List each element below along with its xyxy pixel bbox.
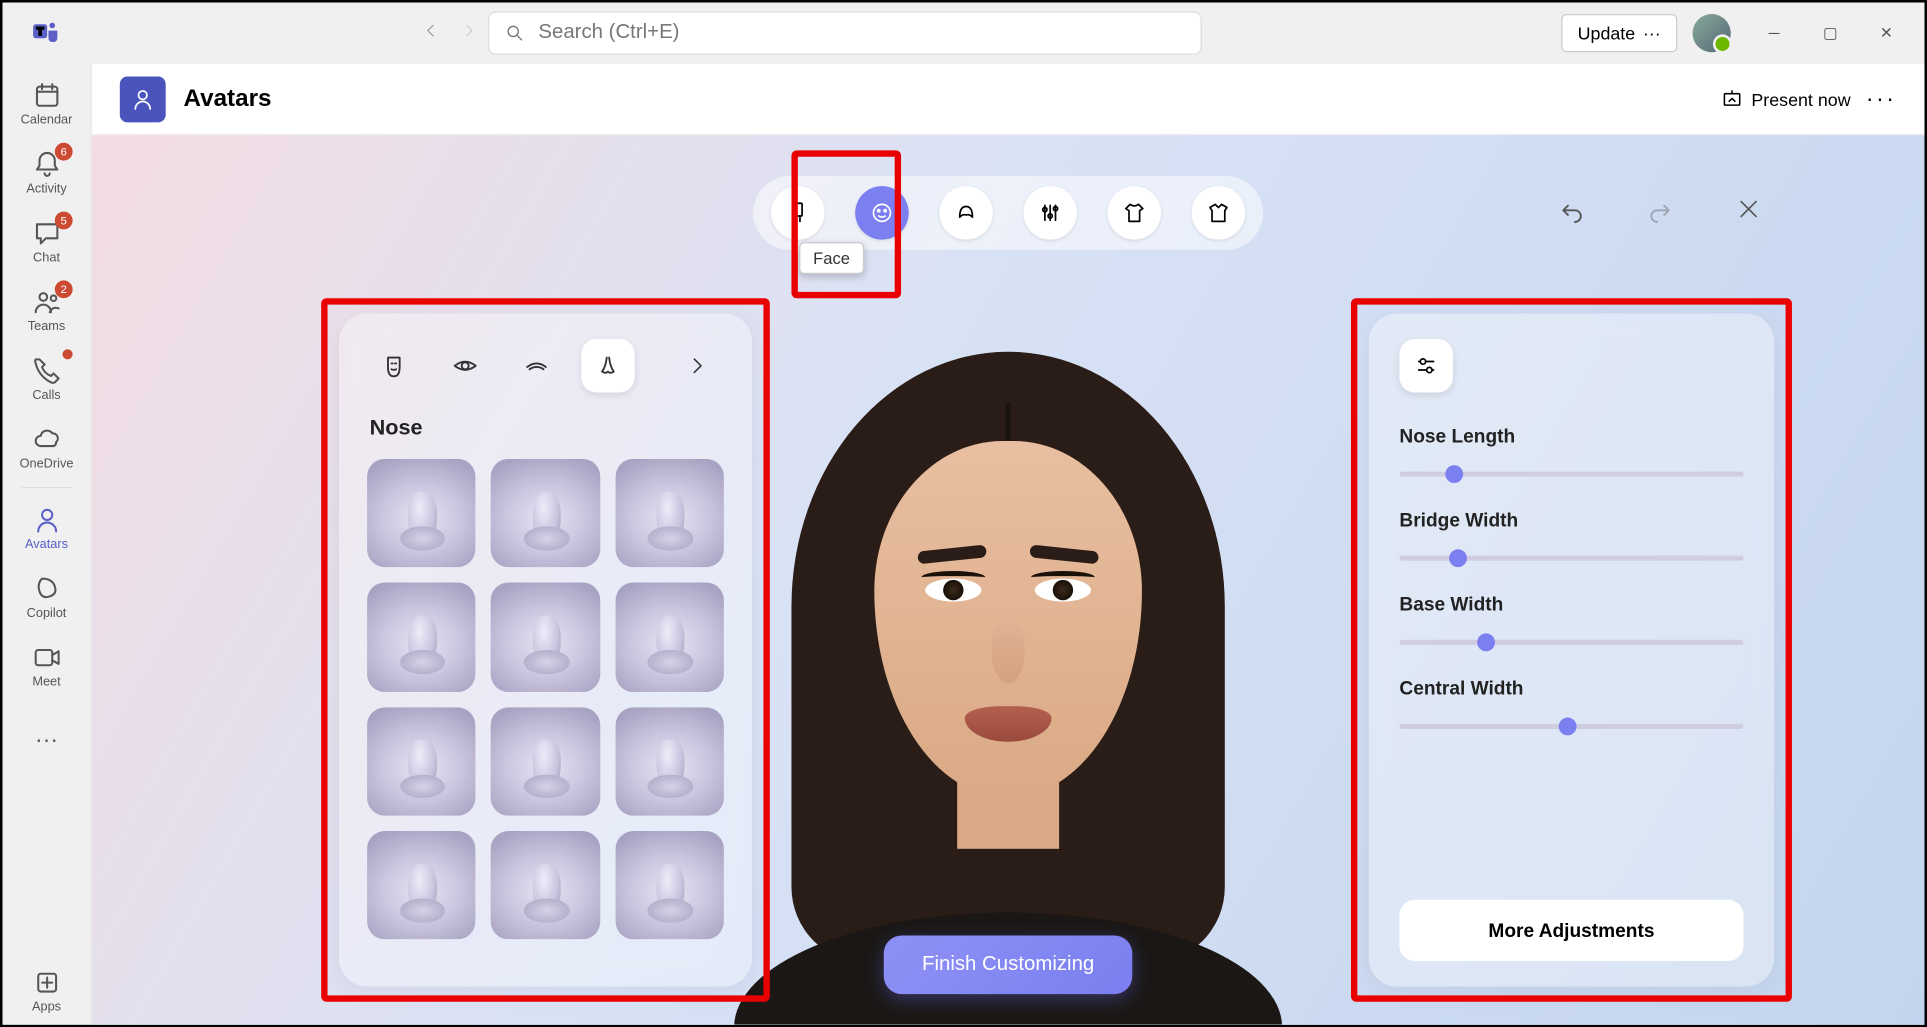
nose-option[interactable] (367, 831, 476, 940)
profile-avatar[interactable] (1693, 14, 1731, 52)
rail-calls[interactable]: Calls (3, 344, 91, 413)
badge: 5 (55, 212, 73, 230)
adjustments-panel: Nose Length Bridge Width Base Width Cent… (1369, 314, 1774, 987)
search-input[interactable]: Search (Ctrl+E) (489, 11, 1203, 54)
window-minimize-button[interactable]: ─ (1746, 14, 1802, 52)
base-width-slider[interactable] (1399, 640, 1743, 645)
header-more-button[interactable]: ··· (1866, 85, 1897, 112)
app-rail: Calendar Activity6 Chat5 Teams2 Calls On… (3, 64, 92, 1025)
adjustments-icon (1399, 339, 1453, 393)
nose-options-grid (367, 459, 724, 940)
rail-avatars[interactable]: Avatars (3, 493, 91, 562)
subtab-next-button[interactable] (670, 339, 724, 393)
nose-option[interactable] (491, 707, 600, 816)
rail-onedrive[interactable]: OneDrive (3, 413, 91, 482)
subtab-face-shape[interactable] (367, 339, 421, 393)
feature-panel: Nose (339, 314, 752, 987)
undo-button[interactable] (1557, 196, 1585, 232)
slider-label: Central Width (1399, 678, 1523, 700)
category-tooltip: Face (799, 242, 864, 274)
nose-option[interactable] (491, 459, 600, 568)
subtab-eyebrows[interactable] (510, 339, 564, 393)
slider-label: Bridge Width (1399, 510, 1518, 532)
rail-activity[interactable]: Activity6 (3, 138, 91, 207)
redo-button[interactable] (1647, 196, 1675, 232)
svg-text:T: T (37, 26, 44, 38)
rail-more[interactable]: ··· (3, 705, 91, 774)
nav-back-button[interactable] (422, 21, 440, 45)
subtab-nose[interactable] (581, 339, 635, 393)
category-outfit-button[interactable] (1108, 186, 1162, 240)
category-wardrobe-button[interactable] (1192, 186, 1246, 240)
ellipsis-icon: ··· (1643, 23, 1661, 43)
badge: 6 (55, 143, 73, 161)
more-adjustments-button[interactable]: More Adjustments (1399, 900, 1743, 961)
nose-option[interactable] (367, 583, 476, 692)
rail-teams[interactable]: Teams2 (3, 275, 91, 344)
category-bar (753, 176, 1263, 250)
rail-copilot[interactable]: Copilot (3, 562, 91, 631)
badge: 2 (55, 280, 73, 298)
feature-panel-title: Nose (370, 415, 724, 440)
update-button[interactable]: Update ··· (1561, 14, 1677, 52)
close-editor-button[interactable] (1736, 196, 1761, 232)
rail-meet[interactable]: Meet (3, 631, 91, 700)
rail-apps[interactable]: Apps (3, 956, 91, 1025)
nose-option[interactable] (491, 831, 600, 940)
nose-option[interactable] (367, 707, 476, 816)
bridge-width-slider[interactable] (1399, 556, 1743, 561)
category-face-button[interactable] (855, 186, 909, 240)
finish-customizing-button[interactable]: Finish Customizing (884, 935, 1133, 994)
avatars-app-icon (120, 76, 166, 122)
category-appearance-button[interactable] (1023, 186, 1077, 240)
nose-option[interactable] (615, 831, 724, 940)
nav-forward-button[interactable] (461, 21, 479, 45)
badge-dot (62, 349, 72, 359)
nose-option[interactable] (491, 583, 600, 692)
window-close-button[interactable]: ✕ (1858, 14, 1914, 52)
page-title: Avatars (184, 85, 272, 113)
category-body-button[interactable] (771, 186, 825, 240)
nose-option[interactable] (615, 583, 724, 692)
category-hair-button[interactable] (939, 186, 993, 240)
avatar-preview (740, 352, 1275, 1015)
nose-option[interactable] (615, 459, 724, 568)
search-placeholder: Search (Ctrl+E) (538, 22, 679, 45)
slider-label: Base Width (1399, 594, 1503, 616)
rail-chat[interactable]: Chat5 (3, 206, 91, 275)
nose-option[interactable] (367, 459, 476, 568)
present-now-button[interactable]: Present now (1721, 87, 1851, 110)
window-maximize-button[interactable]: ▢ (1802, 14, 1858, 52)
slider-label: Nose Length (1399, 426, 1515, 448)
nose-option[interactable] (615, 707, 724, 816)
nose-length-slider[interactable] (1399, 472, 1743, 477)
rail-calendar[interactable]: Calendar (3, 69, 91, 138)
teams-logo-icon: T (28, 15, 64, 51)
central-width-slider[interactable] (1399, 724, 1743, 729)
subtab-eyes[interactable] (438, 339, 492, 393)
